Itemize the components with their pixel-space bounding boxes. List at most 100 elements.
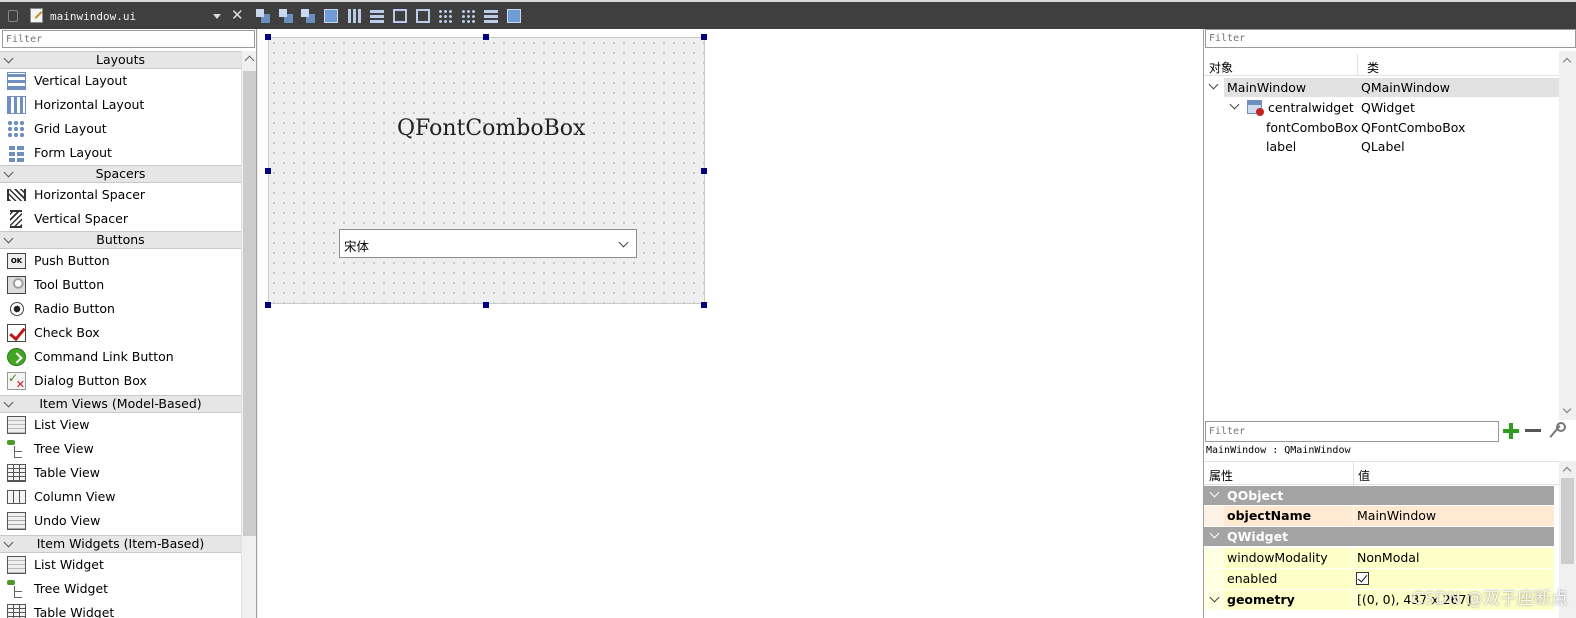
property-filter-input[interactable]	[1205, 421, 1499, 442]
object-inspector-filter-input[interactable]	[1205, 29, 1576, 48]
widget-item-horizontal-spacer[interactable]: Horizontal Spacer	[0, 183, 241, 207]
widget-item-grid-layout[interactable]: Grid Layout	[0, 117, 241, 141]
property-group-qobject[interactable]: QObject	[1204, 486, 1554, 505]
chevron-down-icon[interactable]	[1229, 99, 1240, 110]
widget-item-tree-view[interactable]: Tree View	[0, 437, 241, 461]
column-header-object[interactable]: 对象	[1209, 59, 1233, 76]
widget-item-radio-button[interactable]: Radio Button	[0, 297, 241, 321]
lay-out-form-icon[interactable]	[438, 9, 452, 23]
widget-item-undo-view[interactable]: Undo View	[0, 509, 241, 533]
open-file-name[interactable]: mainwindow.ui	[50, 10, 136, 23]
resize-handle-top[interactable]	[483, 34, 489, 40]
radio-button-icon	[10, 302, 24, 316]
lay-out-vertical-splitter-icon[interactable]	[416, 9, 430, 23]
property-value[interactable]: NonModal	[1354, 548, 1554, 568]
column-header-value[interactable]: 值	[1358, 467, 1370, 484]
remove-dynamic-property-icon[interactable]	[1525, 423, 1541, 439]
tree-row-centralwidget[interactable]: centralwidget QWidget	[1204, 98, 1559, 117]
open-files-dropdown-icon[interactable]	[213, 14, 221, 19]
scrollbar-thumb[interactable]	[1561, 478, 1574, 564]
object-class: QLabel	[1361, 139, 1405, 154]
widget-item-dialog-button-box[interactable]: Dialog Button Box	[0, 369, 241, 393]
category-item-views[interactable]: Item Views (Model-Based)	[0, 395, 241, 413]
enabled-checkbox[interactable]	[1356, 572, 1369, 585]
widget-item-horizontal-layout[interactable]: Horizontal Layout	[0, 93, 241, 117]
widget-box-panel: Layouts Vertical Layout Horizontal Layou…	[0, 29, 257, 618]
edit-tab-order-icon[interactable]	[324, 9, 338, 23]
property-row-windowmodality[interactable]: windowModality NonModal	[1204, 548, 1554, 568]
widget-item-tool-button[interactable]: Tool Button	[0, 273, 241, 297]
widget-item-list-view[interactable]: List View	[0, 413, 241, 437]
vertical-layout-icon	[7, 72, 26, 90]
scroll-up-arrow-icon[interactable]	[244, 55, 255, 66]
property-editor-panel: MainWindow : QMainWindow 属性 值 QObject ob…	[1203, 420, 1576, 618]
resize-handle-top-right[interactable]	[701, 34, 707, 40]
main-window-form[interactable]: QFontComboBox 宋体	[268, 37, 705, 304]
chevron-down-icon[interactable]	[1208, 79, 1219, 90]
chevron-down-icon[interactable]	[618, 237, 629, 248]
column-divider[interactable]	[1353, 462, 1354, 486]
column-header-property[interactable]: 属性	[1209, 467, 1233, 484]
widget-box-filter-input[interactable]	[2, 30, 255, 48]
scroll-up-arrow-icon[interactable]	[1562, 466, 1572, 476]
column-header-class[interactable]: 类	[1367, 59, 1379, 76]
font-combo-value: 宋体	[344, 239, 370, 254]
tree-widget-icon	[7, 580, 26, 598]
widget-box-scrollbar[interactable]	[241, 51, 256, 618]
close-document-icon[interactable]: ✕	[231, 8, 244, 23]
add-dynamic-property-icon[interactable]	[1503, 423, 1519, 439]
lay-out-grid-icon[interactable]	[461, 9, 475, 23]
widget-item-command-link-button[interactable]: Command Link Button	[0, 345, 241, 369]
tree-row-mainwindow[interactable]: MainWindow QMainWindow	[1204, 78, 1559, 97]
widget-item-vertical-layout[interactable]: Vertical Layout	[0, 69, 241, 93]
widget-item-label: Horizontal Layout	[34, 97, 145, 112]
scrollbar-thumb[interactable]	[243, 71, 256, 536]
lay-out-vertically-icon[interactable]	[370, 9, 384, 23]
tree-row-fontcombobox[interactable]: fontComboBox QFontComboBox	[1204, 118, 1559, 137]
category-item-widgets[interactable]: Item Widgets (Item-Based)	[0, 535, 241, 553]
scroll-up-arrow-icon[interactable]	[1562, 57, 1572, 67]
category-buttons[interactable]: Buttons	[0, 231, 241, 249]
font-combo-box[interactable]: 宋体	[339, 229, 637, 258]
widget-item-list-widget[interactable]: List Widget	[0, 553, 241, 577]
adjust-size-icon[interactable]	[507, 9, 521, 23]
widget-item-vertical-spacer[interactable]: Vertical Spacer	[0, 207, 241, 231]
resize-handle-top-left[interactable]	[265, 34, 271, 40]
column-divider[interactable]	[1357, 54, 1358, 76]
object-inspector-scrollbar[interactable]	[1559, 51, 1576, 420]
property-name: objectName	[1204, 506, 1353, 526]
widget-item-table-view[interactable]: Table View	[0, 461, 241, 485]
category-layouts[interactable]: Layouts	[0, 51, 241, 69]
chevron-down-icon[interactable]	[1209, 487, 1220, 498]
property-row-objectname[interactable]: objectName MainWindow	[1204, 506, 1554, 526]
edit-widgets-icon[interactable]	[256, 9, 270, 23]
edit-buddies-icon[interactable]	[301, 9, 315, 23]
resize-handle-bottom[interactable]	[483, 302, 489, 308]
widget-item-form-layout[interactable]: Form Layout	[0, 141, 241, 165]
resize-handle-right[interactable]	[701, 168, 707, 174]
object-class: QFontComboBox	[1361, 120, 1466, 135]
widget-item-check-box[interactable]: Check Box	[0, 321, 241, 345]
widget-item-tree-widget[interactable]: Tree Widget	[0, 577, 241, 601]
resize-handle-bottom-left[interactable]	[265, 302, 271, 308]
widget-item-push-button[interactable]: OK Push Button	[0, 249, 241, 273]
widget-item-label: Radio Button	[34, 301, 115, 316]
lay-out-horizontal-splitter-icon[interactable]	[393, 9, 407, 23]
property-group-qwidget[interactable]: QWidget	[1204, 527, 1554, 546]
tree-row-label[interactable]: label QLabel	[1204, 137, 1559, 156]
widget-item-column-view[interactable]: Column View	[0, 485, 241, 509]
edit-signals-icon[interactable]	[279, 9, 293, 23]
resize-handle-left[interactable]	[265, 168, 271, 174]
configure-icon[interactable]	[1547, 422, 1566, 440]
widget-item-table-widget[interactable]: Table Widget	[0, 601, 241, 618]
form-label-widget[interactable]: QFontComboBox	[397, 116, 585, 141]
category-label: Item Views (Model-Based)	[39, 396, 202, 411]
resize-handle-bottom-right[interactable]	[701, 302, 707, 308]
break-layout-icon[interactable]	[484, 9, 498, 23]
category-spacers[interactable]: Spacers	[0, 165, 241, 183]
lay-out-horizontally-icon[interactable]	[348, 9, 362, 23]
scroll-down-arrow-icon[interactable]	[1562, 404, 1572, 414]
object-class: QWidget	[1361, 100, 1415, 115]
chevron-down-icon[interactable]	[1209, 528, 1220, 539]
property-value[interactable]: MainWindow	[1354, 506, 1554, 526]
